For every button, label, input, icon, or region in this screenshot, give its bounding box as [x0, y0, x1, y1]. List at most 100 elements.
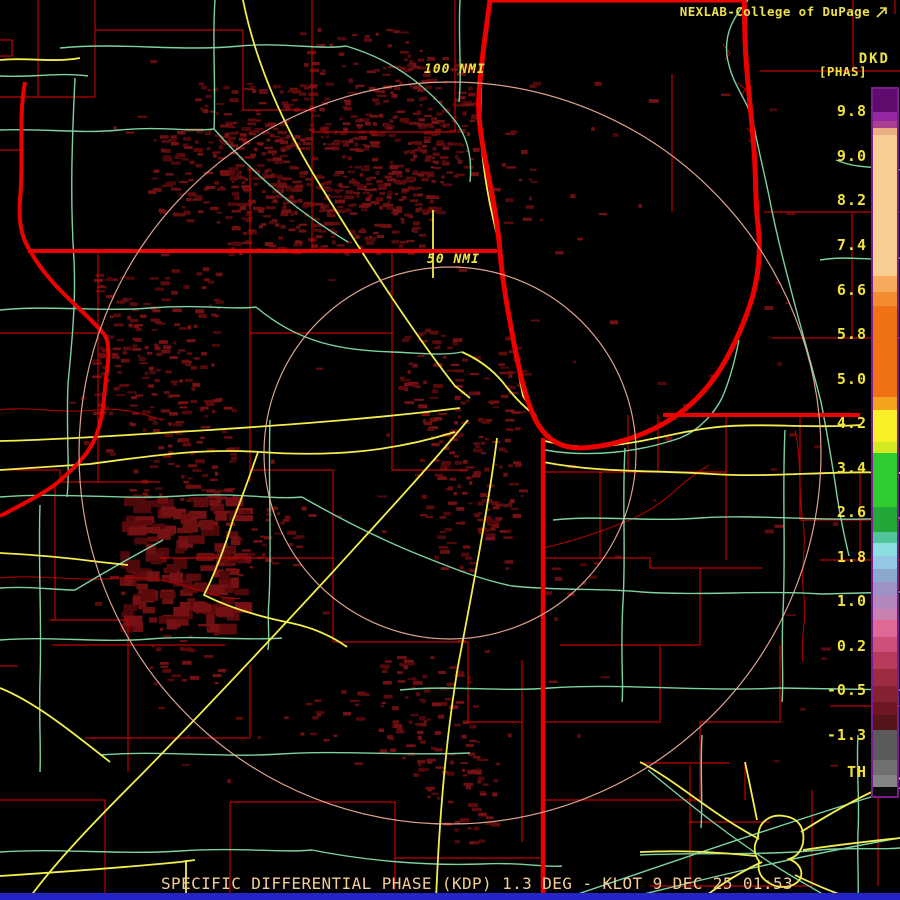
radar-echo-layer-segment — [264, 146, 273, 150]
radar-echo-layer-segment — [226, 510, 231, 514]
radar-echo-layer-segment — [386, 126, 392, 130]
radar-echo-layer-segment — [510, 507, 519, 511]
radar-echo-layer-segment — [437, 120, 445, 123]
radar-echo-layer-segment — [278, 187, 282, 192]
radar-echo-layer-segment — [350, 203, 357, 207]
radar-echo-layer-segment — [433, 166, 442, 169]
radar-echo-layer-segment — [466, 476, 472, 480]
radar-echo-layer-segment — [263, 536, 273, 540]
radar-echo-layer-segment — [525, 205, 534, 209]
radar-echo-layer-segment — [175, 464, 181, 468]
radar-echo-layer-segment — [517, 346, 522, 350]
river-lines-segment — [542, 464, 710, 549]
radar-echo-layer-segment — [415, 722, 423, 726]
radar-echo-layer-segment — [198, 82, 205, 86]
scale-value-label: -1.3 — [826, 726, 867, 744]
radar-echo-layer-segment — [94, 601, 103, 606]
radar-echo-layer-segment — [462, 774, 467, 777]
radar-echo-layer-segment — [185, 484, 194, 489]
radar-echo-layer-segment — [413, 221, 420, 226]
major-road-lines-segment — [0, 687, 111, 763]
radar-echo-layer-segment — [345, 190, 354, 194]
radar-echo-layer-segment — [412, 170, 419, 173]
radar-echo-layer-segment — [813, 445, 820, 449]
radar-map-canvas[interactable] — [0, 0, 900, 900]
radar-echo-layer-segment — [498, 447, 506, 452]
radar-echo-layer-segment — [436, 140, 445, 144]
radar-echo-layer-segment — [265, 174, 275, 179]
radar-echo-layer-segment — [520, 494, 524, 498]
radar-echo-layer-segment — [230, 577, 239, 588]
radar-echo-layer-segment — [447, 346, 454, 349]
radar-echo-layer-segment — [248, 552, 255, 556]
radar-echo-layer-segment — [480, 441, 486, 445]
radar-echo-layer-segment — [193, 357, 200, 360]
radar-echo-layer-segment — [387, 192, 393, 196]
radar-echo-layer-segment — [377, 94, 387, 97]
radar-echo-layer-segment — [182, 679, 188, 682]
radar-echo-layer-segment — [437, 345, 441, 348]
radar-echo-layer-segment — [426, 195, 436, 199]
radar-echo-layer-segment — [133, 469, 139, 474]
radar-echo-layer-segment — [440, 466, 445, 469]
county-lines-segment — [0, 252, 99, 482]
radar-echo-layer-segment — [530, 180, 538, 184]
minor-road-lines-segment — [213, 0, 216, 130]
radar-echo-layer-segment — [288, 185, 292, 189]
colorbar-segment — [873, 543, 897, 556]
status-bar: SPECIFIC DIFFERENTIAL PHASE (KDP) 1.3 DE… — [161, 874, 793, 893]
radar-echo-layer-segment — [343, 99, 351, 103]
radar-echo-layer-segment — [228, 125, 236, 129]
radar-echo-layer-segment — [219, 570, 231, 580]
radar-echo-layer-segment — [330, 235, 336, 238]
radar-echo-layer-segment — [435, 766, 445, 769]
radar-echo-layer-segment — [349, 699, 360, 703]
radar-echo-layer-segment — [153, 459, 160, 463]
radar-echo-layer-segment — [160, 148, 167, 153]
radar-echo-layer-segment — [337, 37, 347, 41]
radar-echo-layer-segment — [383, 183, 391, 187]
radar-echo-layer-segment — [249, 566, 254, 569]
radar-echo-layer-segment — [477, 512, 482, 515]
product-tag-label: [PHAS] — [818, 64, 867, 79]
radar-echo-layer-segment — [160, 506, 175, 515]
radar-echo-layer-segment — [337, 206, 344, 209]
radar-echo-layer-segment — [382, 681, 392, 685]
radar-echo-layer-segment — [432, 152, 440, 156]
radar-echo-layer-segment — [830, 764, 839, 767]
radar-echo-layer-segment — [292, 180, 302, 184]
radar-echo-layer-segment — [377, 495, 388, 498]
colorbar-segment — [873, 787, 897, 796]
radar-echo-layer-segment — [171, 674, 182, 677]
county-lines-segment — [94, 0, 312, 111]
radar-echo-layer-segment — [105, 449, 114, 453]
radar-echo-layer-segment — [392, 239, 399, 244]
radar-echo-layer-segment — [188, 178, 194, 182]
radar-echo-layer-segment — [347, 156, 352, 161]
radar-echo-layer-segment — [150, 318, 160, 322]
radar-echo-layer-segment — [179, 406, 188, 409]
scale-value-label: 9.8 — [836, 102, 867, 120]
radar-echo-layer-segment — [278, 182, 287, 186]
radar-echo-layer-segment — [401, 220, 405, 224]
radar-echo-layer-segment — [528, 196, 533, 201]
minor-road-lines-segment — [0, 636, 283, 641]
radar-echo-layer-segment — [256, 112, 261, 116]
county-lines-segment — [0, 97, 23, 151]
radar-echo-layer-segment — [407, 370, 411, 374]
radar-echo-layer-segment — [501, 163, 506, 167]
radar-echo-layer-segment — [589, 575, 597, 579]
radar-echo-layer-segment — [395, 175, 403, 178]
radar-echo-layer-segment — [383, 100, 390, 103]
minor-road-lines-segment — [67, 77, 76, 385]
radar-echo-layer-segment — [207, 88, 211, 92]
radar-echo-layer-segment — [433, 417, 443, 421]
radar-echo-layer-segment — [432, 702, 442, 707]
radar-echo-layer-segment — [203, 655, 214, 658]
radar-echo-layer-segment — [454, 421, 458, 425]
radar-echo-layer-segment — [466, 132, 470, 137]
county-lines — [0, 0, 900, 900]
radar-echo-layer-segment — [152, 329, 158, 332]
radar-echo-layer-segment — [417, 730, 424, 735]
radar-echo-layer-segment — [177, 527, 193, 534]
